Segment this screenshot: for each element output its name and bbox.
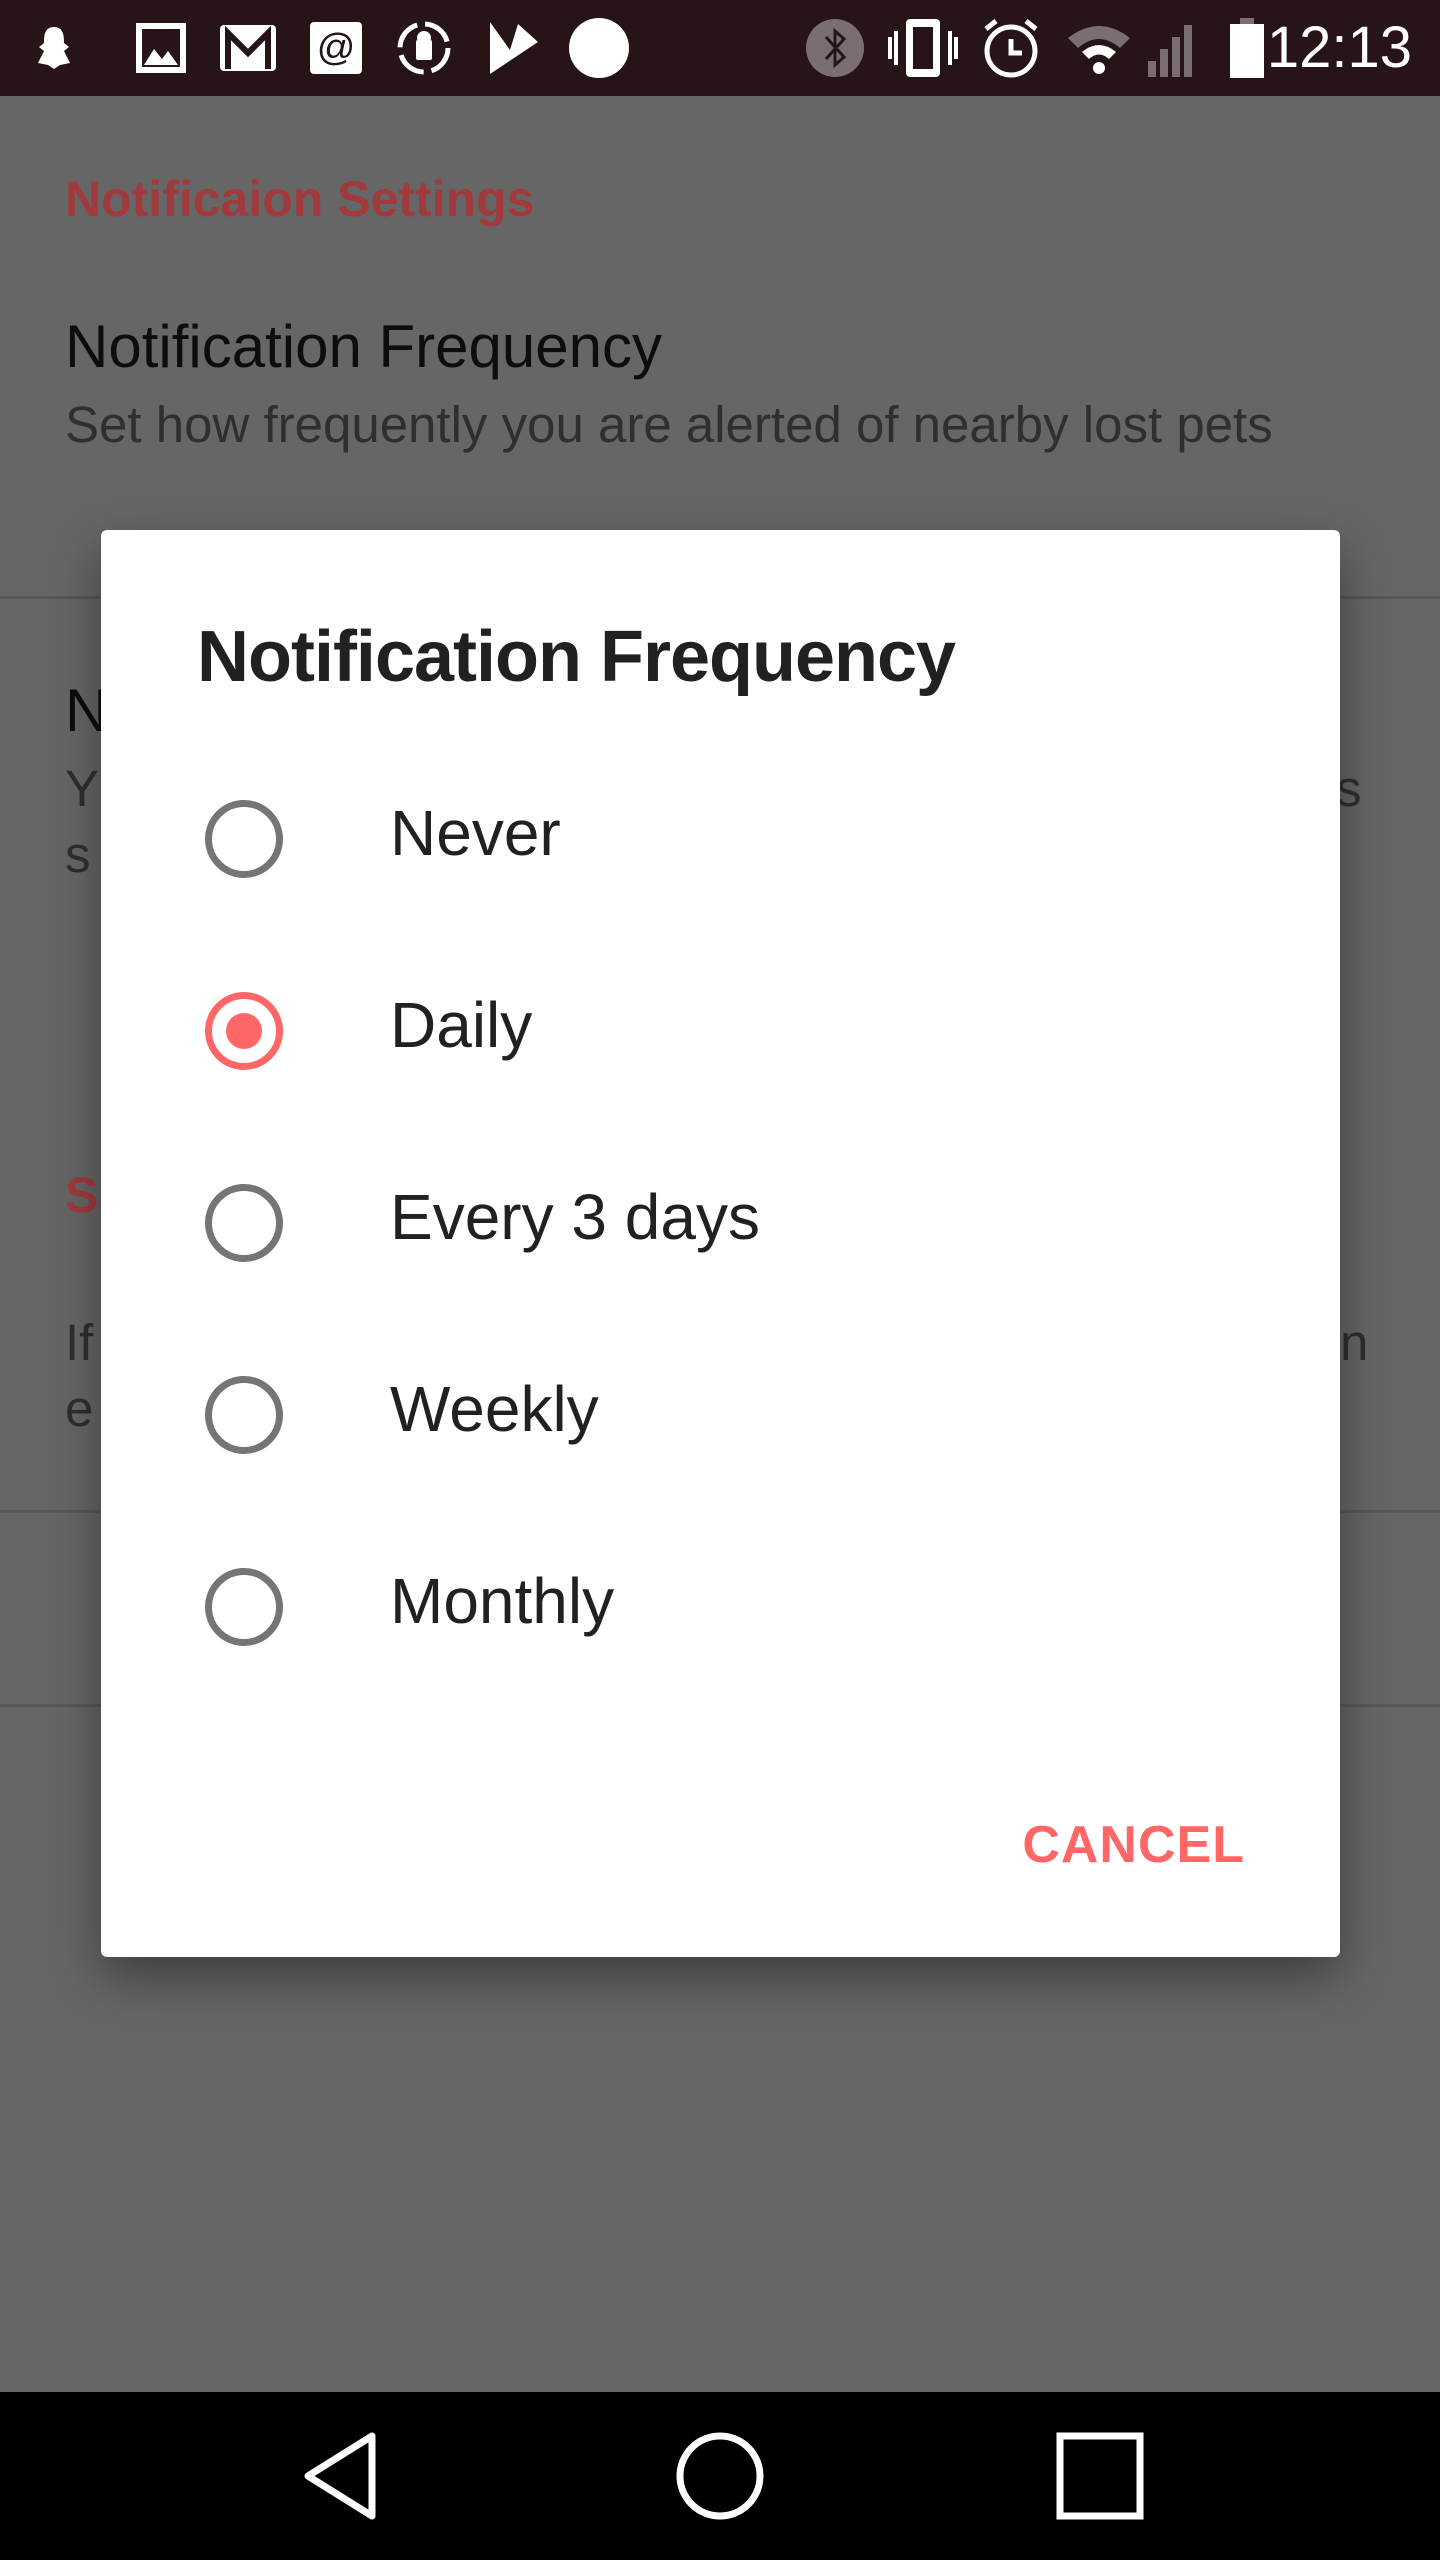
pref-summary-line: n (1340, 1314, 1369, 1371)
section-header-2: S (65, 1167, 99, 1223)
back-icon[interactable] (290, 2426, 390, 2526)
circle-icon (568, 18, 630, 78)
option-monthly[interactable]: Monthly (101, 1510, 1340, 1702)
wifi-icon (1064, 18, 1134, 78)
svg-text:@: @ (317, 27, 356, 69)
battery-icon (1228, 18, 1266, 78)
alarm-icon (980, 18, 1042, 78)
notification-frequency-dialog: Notification Frequency Never Daily Every… (101, 530, 1340, 1957)
check-icon (488, 18, 540, 78)
radio-button[interactable] (205, 1568, 283, 1646)
gallery-icon (134, 18, 188, 78)
snapchat-icon (36, 18, 72, 78)
signal-icon (1146, 18, 1206, 78)
pref-summary: Set how frequently you are alerted of ne… (65, 396, 1273, 453)
vibrate-icon (886, 18, 960, 78)
section-header-notification-settings: Notificaion Settings (65, 171, 535, 227)
option-every-3-days[interactable]: Every 3 days (101, 1126, 1340, 1318)
radio-button[interactable] (205, 1184, 283, 1262)
clock: 12:13 (1266, 15, 1412, 80)
option-daily[interactable]: Daily (101, 934, 1340, 1126)
option-label: Every 3 days (390, 1181, 760, 1253)
cancel-button[interactable]: CANCEL (1022, 1815, 1245, 1875)
email-icon: @ (310, 18, 362, 78)
radio-button[interactable] (205, 800, 283, 878)
option-never[interactable]: Never (101, 742, 1340, 934)
pref-title: Notification Frequency (65, 313, 662, 380)
option-label: Daily (390, 989, 533, 1061)
pref-summary-line: s (1336, 760, 1362, 817)
radio-button[interactable] (205, 1376, 283, 1454)
radio-button-selected[interactable] (205, 992, 283, 1070)
option-label: Weekly (390, 1373, 599, 1445)
dialog-title: Notification Frequency (197, 617, 956, 697)
bluetooth-icon (806, 18, 864, 78)
gmail-icon (220, 18, 276, 78)
android-sync-icon (396, 18, 452, 78)
option-label: Monthly (390, 1565, 615, 1637)
recents-icon[interactable] (1050, 2426, 1150, 2526)
navigation-bar (0, 2392, 1440, 2560)
option-label: Never (390, 797, 561, 869)
option-weekly[interactable]: Weekly (101, 1318, 1340, 1510)
home-icon[interactable] (670, 2426, 770, 2526)
status-bar: @ 12:13 (0, 0, 1440, 96)
